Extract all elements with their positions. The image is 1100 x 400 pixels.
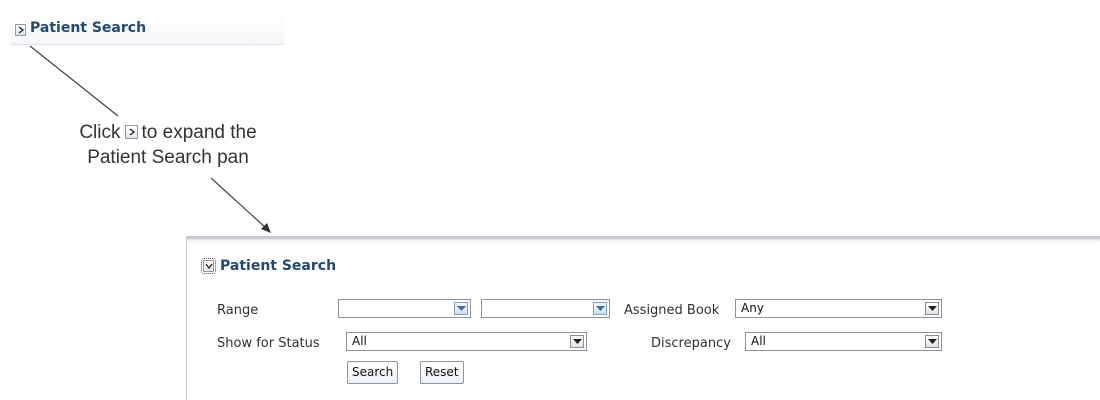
patient-search-panel: Patient Search Range Assigned Book Any S… — [186, 236, 1100, 400]
range-label: Range — [217, 303, 259, 318]
panel-title: Patient Search — [220, 258, 337, 274]
assigned-book-label: Assigned Book — [624, 303, 720, 318]
search-button[interactable]: Search — [347, 361, 399, 384]
callout-line-1: Click to expand the — [79, 122, 257, 143]
discrepancy-select[interactable]: All — [745, 332, 942, 351]
range-from-select[interactable] — [338, 299, 471, 318]
dropdown-arrow-icon — [925, 335, 939, 348]
chevron-down-icon — [205, 263, 213, 270]
show-for-status-select[interactable]: All — [346, 332, 587, 351]
instruction-callout: Click to expand the Patient Search pan — [28, 120, 308, 170]
dropdown-arrow-icon — [925, 302, 939, 315]
dropdown-arrow-icon — [454, 302, 468, 315]
discrepancy-label: Discrepancy — [651, 336, 731, 351]
dropdown-arrow-icon — [593, 302, 607, 315]
collapse-toggle-button[interactable] — [201, 258, 216, 274]
assigned-book-select[interactable]: Any — [735, 299, 942, 318]
range-to-select[interactable] — [481, 299, 610, 318]
panel-header: Patient Search — [187, 239, 1100, 279]
show-for-status-label: Show for Status — [217, 336, 320, 351]
callout-line-2: Patient Search pan — [87, 147, 249, 168]
chevron-right-icon — [124, 125, 138, 139]
dropdown-arrow-icon — [570, 335, 584, 348]
reset-button[interactable]: Reset — [420, 361, 464, 384]
